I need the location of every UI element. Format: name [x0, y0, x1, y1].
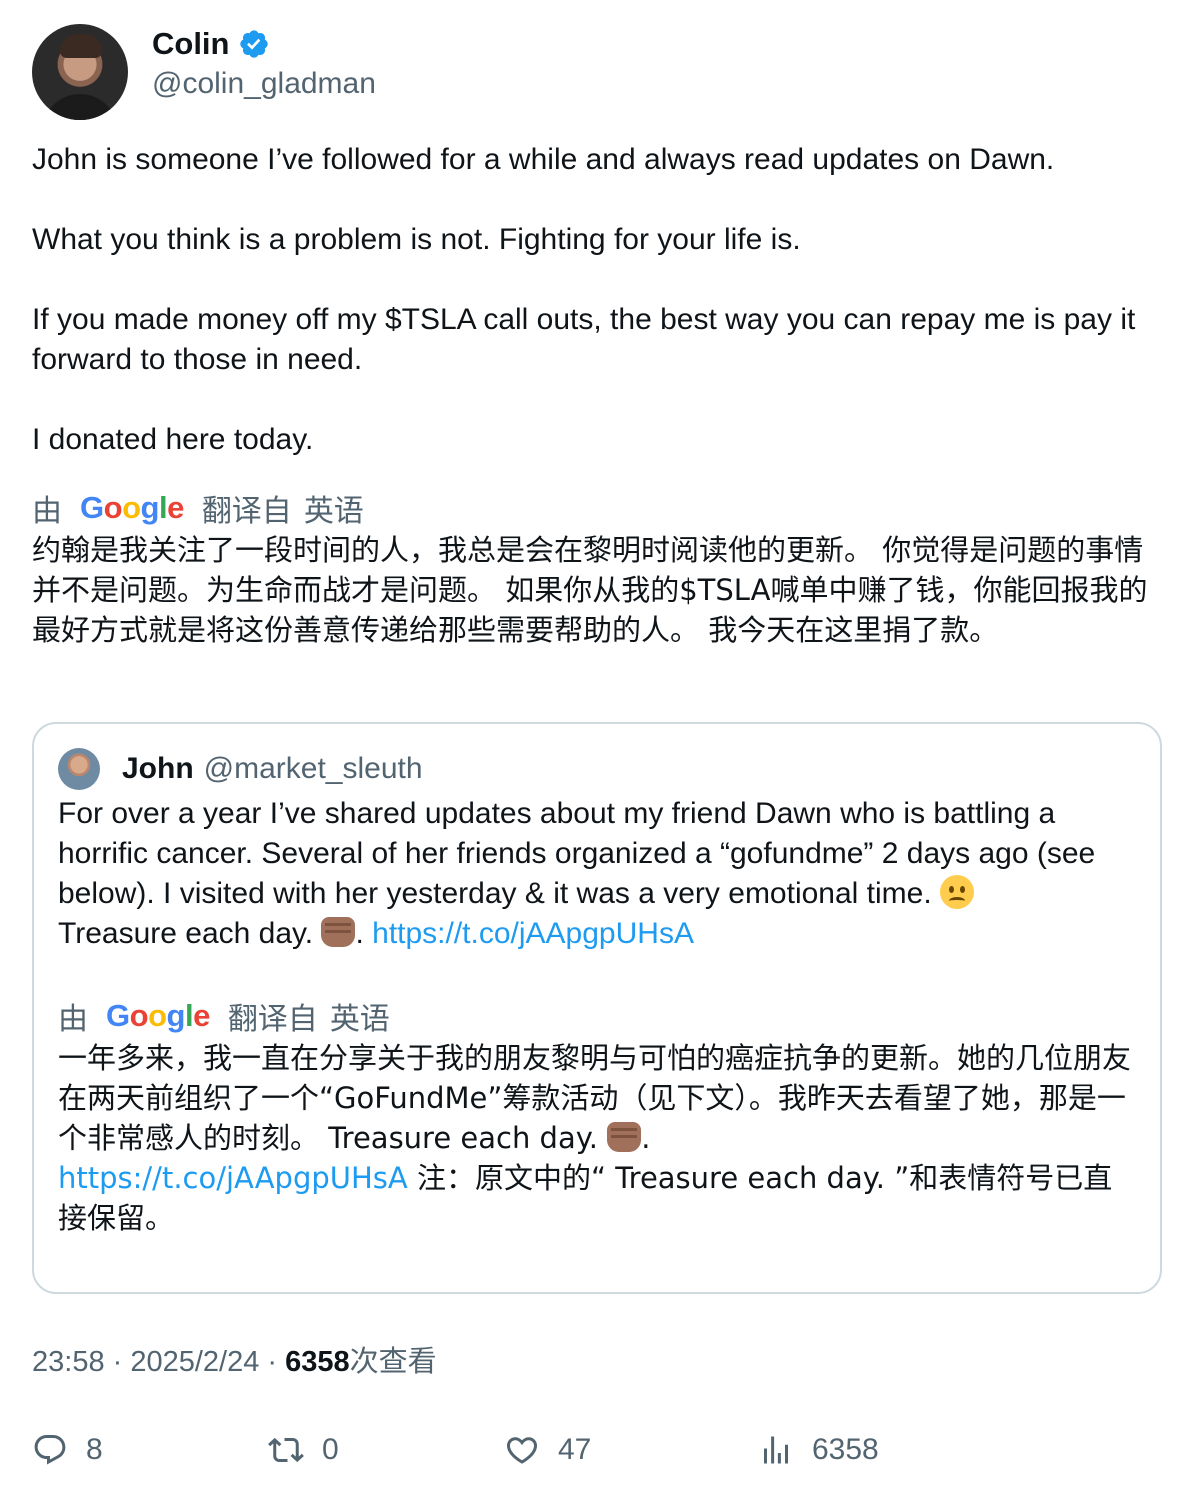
retweet-icon	[268, 1437, 304, 1463]
retweet-button[interactable]: 0	[268, 1428, 339, 1472]
tweet-date[interactable]: 2025/2/24	[130, 1346, 259, 1378]
quote-link[interactable]: https://t.co/jAApgpUHsA	[372, 917, 694, 950]
translation-text: 约翰是我关注了一段时间的人，我总是会在黎明时阅读他的更新。 你觉得是问题的事情并…	[32, 533, 1148, 647]
tweet-paragraph: If you made money off my $TSLA call outs…	[32, 303, 1136, 376]
author-meta: Colin @colin_gladman	[152, 26, 376, 104]
retweet-count: 0	[322, 1433, 339, 1466]
verified-badge-icon	[239, 30, 268, 58]
translation-suffix: 翻译自	[201, 495, 292, 528]
tweet-paragraph: What you think is a problem is not. Figh…	[32, 223, 801, 256]
heart-icon	[506, 1437, 538, 1464]
quote-translation-attribution: 由 Google 翻译自 英语	[58, 996, 1138, 1036]
google-logo: Google	[80, 490, 184, 525]
fist-bump-emoji-icon	[607, 1122, 642, 1152]
like-button[interactable]: 47	[504, 1428, 591, 1472]
translation-block: 由 Google 翻译自 英语 约翰是我关注了一段时间的人，我总是会在黎明时阅读…	[32, 488, 1172, 650]
quote-text-part: .	[355, 917, 373, 950]
views-count: 6358	[285, 1346, 350, 1378]
tweet-paragraph	[32, 380, 1172, 420]
author-avatar[interactable]	[32, 24, 128, 120]
action-bar: 8 0 47 6358	[32, 1428, 1172, 1472]
quote-translation-text: 一年多来，我一直在分享关于我的朋友黎明与可怕的癌症抗争的更新。她的几位朋友在两天…	[58, 1038, 1138, 1238]
quote-translation-part: .	[641, 1121, 651, 1155]
like-count: 47	[558, 1433, 592, 1466]
translation-language: 英语	[303, 495, 364, 528]
tweet-paragraph: I donated here today.	[32, 423, 314, 456]
tweet-time[interactable]: 23:58	[32, 1346, 105, 1378]
quote-author-handle: @market_sleuth	[203, 752, 423, 785]
views-button[interactable]: 6358	[758, 1428, 879, 1472]
translation-language: 英语	[329, 1003, 390, 1036]
reply-icon	[34, 1435, 66, 1465]
tweet-paragraph: John is someone I’ve followed for a whil…	[32, 143, 1055, 176]
tweet-header: Colin @colin_gladman	[32, 24, 376, 120]
quote-translation-block: 由 Google 翻译自 英语 一年多来，我一直在分享关于我的朋友黎明与可怕的癌…	[58, 996, 1138, 1238]
tweet-meta: 23:58 · 2025/2/24 · 6358次查看	[32, 1342, 437, 1382]
quote-text-part: Treasure each day.	[58, 917, 322, 950]
quote-translation-part: 一年多来，我一直在分享关于我的朋友黎明与可怕的癌症抗争的更新。她的几位朋友在两天…	[58, 1041, 1132, 1155]
meta-separator: ·	[259, 1346, 286, 1378]
fist-bump-emoji-icon	[321, 917, 356, 947]
quote-translation-link[interactable]: https://t.co/jAApgpUHsA	[58, 1161, 408, 1195]
views-action-count: 6358	[812, 1433, 879, 1466]
quote-author-name: John	[122, 752, 194, 785]
tweet-text: John is someone I’ve followed for a whil…	[32, 140, 1172, 460]
translation-attribution: 由 Google 翻译自 英语	[32, 488, 1172, 528]
reply-count: 8	[86, 1433, 103, 1466]
author-handle[interactable]: @colin_gladman	[152, 64, 376, 104]
tweet-paragraph	[32, 180, 1172, 220]
translation-prefix: 由	[32, 495, 62, 528]
reply-button[interactable]: 8	[32, 1428, 103, 1472]
meta-separator: ·	[104, 1346, 131, 1378]
quote-author-avatar	[58, 748, 100, 790]
analytics-icon	[764, 1436, 788, 1464]
translation-suffix: 翻译自	[227, 1003, 318, 1036]
views-label: 次查看	[349, 1346, 437, 1378]
tweet-paragraph	[32, 260, 1172, 300]
author-display-name[interactable]: Colin	[152, 26, 230, 62]
quote-header: John @market_sleuth	[58, 744, 423, 794]
quote-tweet-card[interactable]: John @market_sleuth For over a year I’ve…	[32, 722, 1162, 1294]
translation-prefix: 由	[58, 1003, 88, 1036]
sad-face-emoji-icon	[940, 875, 975, 909]
google-logo: Google	[106, 998, 210, 1033]
quote-text: For over a year I’ve shared updates abou…	[58, 794, 1138, 954]
